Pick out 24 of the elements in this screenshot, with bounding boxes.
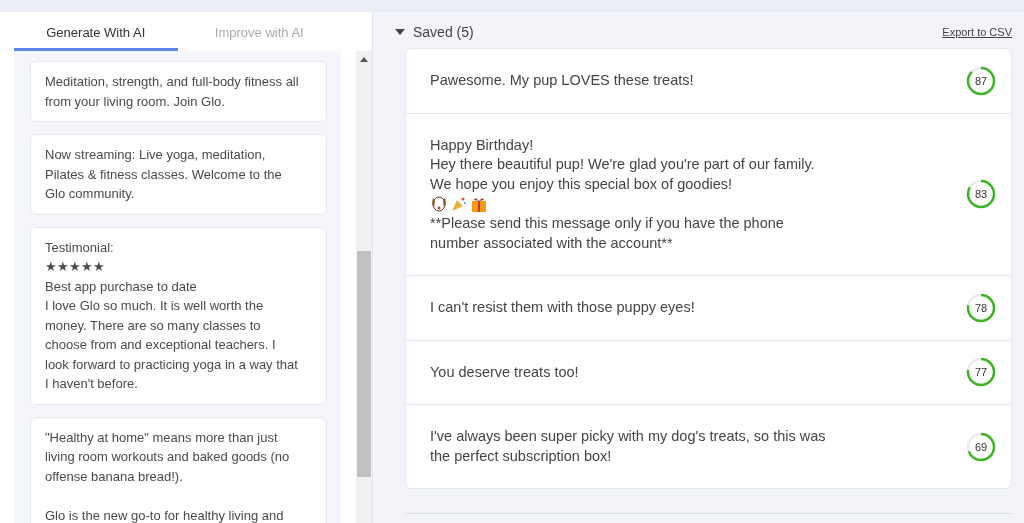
suggestion-card[interactable]: "Healthy at home" means more than just living room workouts and baked goods (no offense banana bread!). Glo is the new go-to for healthy living and	[30, 416, 327, 523]
suggestion-card[interactable]: Testimonial: ★★★★★ Best app purchase to date I love Glo so much. It is well worth the money. There are so many classes to choose from and exceptional teachers. I look forward to practicing yoga in a way that I haven't before.	[30, 226, 327, 405]
score-ring: 78	[965, 291, 997, 324]
message-text: I can't resist them with those puppy eyes!	[430, 298, 696, 317]
score-ring: 83	[965, 178, 997, 211]
section-title: Saved (5)	[413, 24, 475, 40]
scroll-up-icon[interactable]	[360, 57, 368, 62]
party-popper-icon	[450, 195, 468, 213]
dog-face-icon	[430, 195, 448, 213]
suggestion-card[interactable]: Now streaming: Live yoga, meditation, Pilates & fitness classes. Welcome to the Glo community.	[30, 134, 327, 215]
message-text: Pawesome. My pup LOVES these treats!	[430, 71, 695, 90]
message-text: I've always been super picky with my dog's treats, so this was the perfect subscription box!	[430, 427, 827, 466]
scrollbar-thumb[interactable]	[357, 251, 371, 477]
scrollbar[interactable]	[356, 51, 372, 523]
message-text: You deserve treats too!	[430, 362, 580, 382]
gift-icon	[470, 195, 488, 213]
score-ring: 77	[965, 356, 997, 389]
suggestion-card[interactable]: Meditation, strength, and full-body fitness all from your living room. Join Glo.	[30, 61, 327, 122]
score-ring: 69	[965, 430, 997, 463]
caret-icon[interactable]	[395, 27, 405, 37]
message-text: Happy Birthday! Hey there beautiful pup! We're glad you're part of our family. We hope you enjoy this special box of goodies!	[430, 135, 816, 194]
message-text: **Please send this message only if you have the phone number associated with the account**	[430, 214, 785, 253]
score-ring: 87	[965, 64, 997, 97]
export-link[interactable]: Export to CSV	[942, 26, 1012, 38]
